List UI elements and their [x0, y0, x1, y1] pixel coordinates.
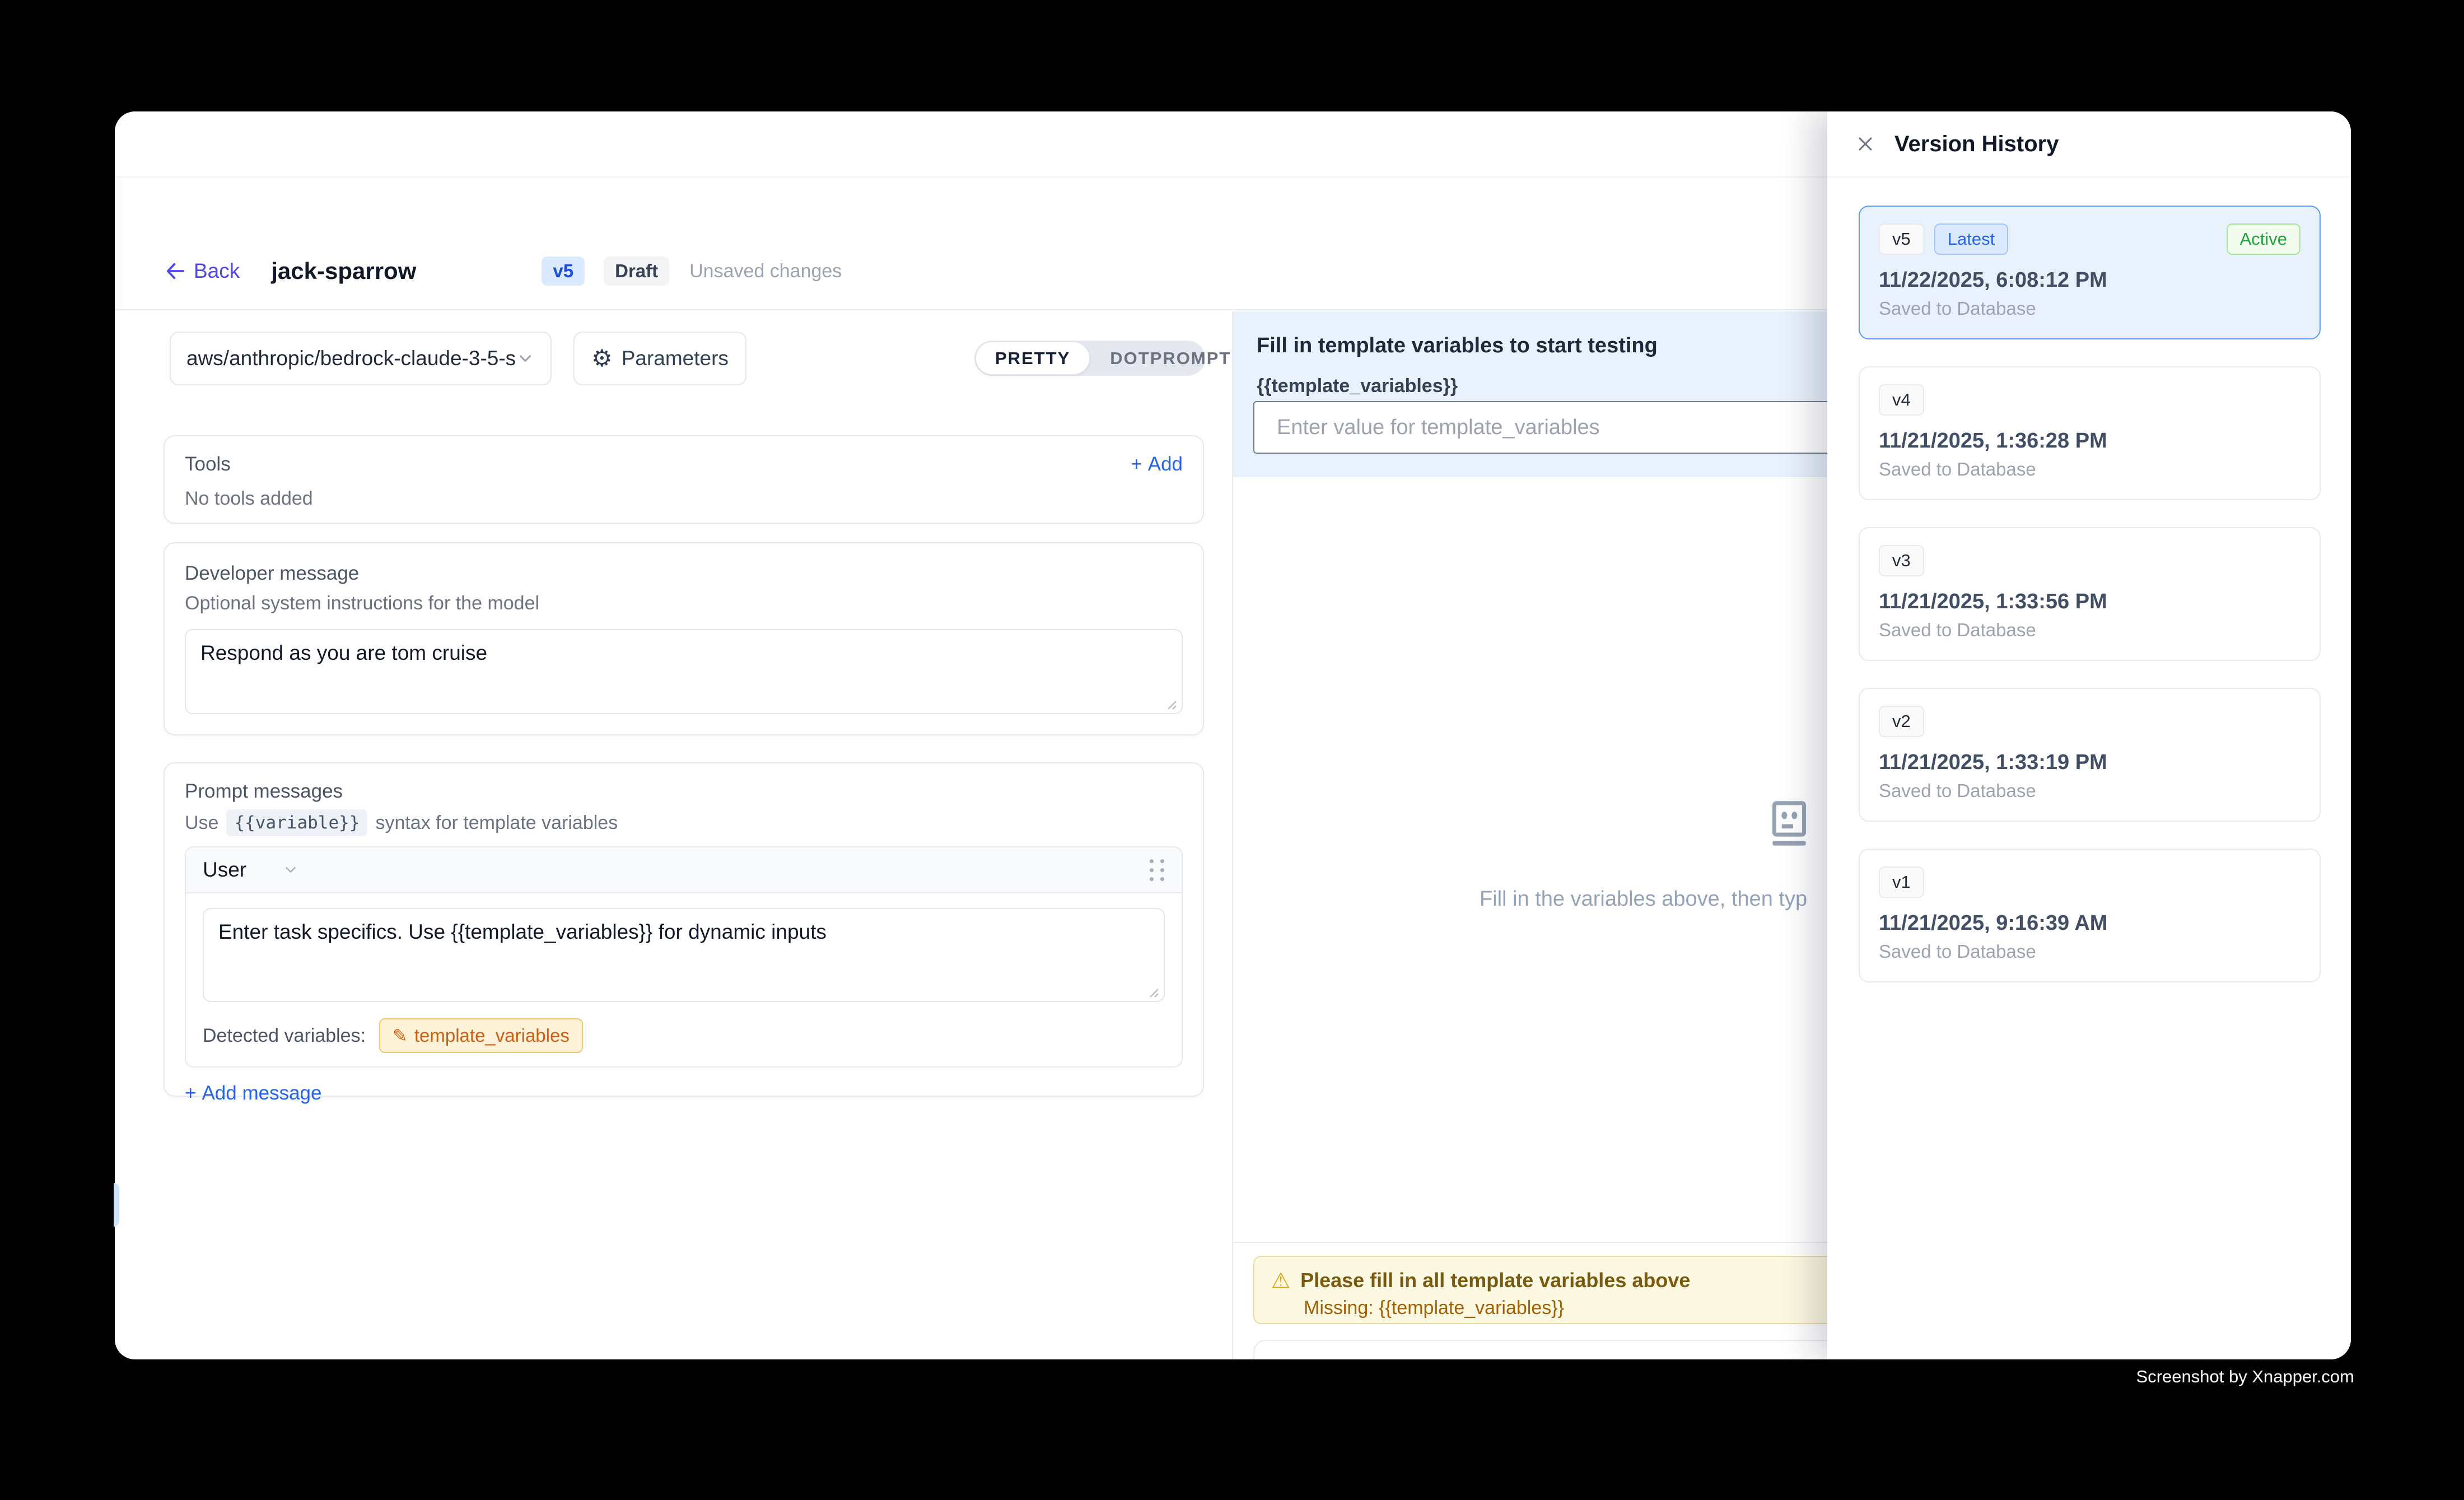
edge-notification-sliver [114, 1183, 119, 1227]
template-variable-label: {{template_variables}} [1257, 375, 1458, 397]
version-status: Saved to Database [1879, 459, 2300, 480]
version-card-v2[interactable]: v2 11/21/2025, 1:33:19 PM Saved to Datab… [1859, 688, 2321, 822]
version-status: Saved to Database [1879, 619, 2300, 641]
developer-message-textarea[interactable]: Respond as you are tom cruise [185, 629, 1183, 714]
version-badge: v5 [542, 257, 585, 286]
version-card-v4[interactable]: v4 11/21/2025, 1:36:28 PM Saved to Datab… [1859, 366, 2321, 500]
back-button[interactable]: Back [164, 259, 240, 283]
resize-handle-icon[interactable] [1145, 984, 1159, 998]
variable-syntax-chip: {{variable}} [226, 809, 367, 836]
version-number-badge: v4 [1879, 384, 1924, 416]
warning-icon: ⚠ [1271, 1268, 1290, 1293]
model-select[interactable]: aws/anthropic/bedrock-claude-3-5-s... [170, 332, 552, 385]
add-tool-button[interactable]: + Add [1131, 453, 1183, 476]
prompt-messages-hint: Use {{variable}} syntax for template var… [185, 809, 1183, 836]
hint-prefix: Use [185, 812, 218, 834]
screen: Back jack-sparrow v5 Draft Unsaved chang… [0, 0, 2464, 1500]
resize-handle-icon[interactable] [1163, 696, 1177, 710]
close-icon[interactable] [1854, 133, 1877, 155]
user-message-textarea[interactable]: Enter task specifics. Use {{template_var… [203, 908, 1165, 1002]
drag-handle-icon[interactable] [1150, 859, 1165, 881]
plus-icon: + [185, 1082, 196, 1105]
message-role-row: User [186, 847, 1182, 893]
role-select-value[interactable]: User [203, 858, 246, 882]
toggle-dotprompt[interactable]: DOTPROMPT [1091, 341, 1250, 376]
add-message-button[interactable]: + Add message [185, 1082, 321, 1105]
draft-badge: Draft [604, 257, 669, 286]
latest-badge: Latest [1934, 223, 2008, 255]
version-timestamp: 11/21/2025, 9:16:39 AM [1879, 911, 2300, 935]
message-block: User Enter task specifics. Use {{templat… [185, 846, 1183, 1068]
version-timestamp: 11/22/2025, 6:08:12 PM [1879, 268, 2300, 292]
version-status: Saved to Database [1879, 941, 2300, 962]
watermark-text: Screenshot by Xnapper.com [2136, 1367, 2354, 1387]
developer-message-label: Developer message [185, 562, 1183, 585]
toggle-pretty[interactable]: PRETTY [976, 342, 1090, 375]
pencil-icon: ✎ [393, 1025, 408, 1046]
version-number-badge: v3 [1879, 545, 1924, 576]
version-number-badge: v5 [1879, 223, 1924, 255]
parameters-button[interactable]: ⚙ Parameters [573, 332, 746, 385]
plus-icon: + [1131, 453, 1142, 476]
add-message-label: Add message [202, 1082, 321, 1105]
version-history-header: Version History [1827, 111, 2351, 178]
version-card-v5[interactable]: v5 Latest Active 11/22/2025, 6:08:12 PM … [1859, 206, 2321, 339]
bot-icon [1761, 799, 1817, 855]
version-card-v3[interactable]: v3 11/21/2025, 1:33:56 PM Saved to Datab… [1859, 527, 2321, 661]
version-list: v5 Latest Active 11/22/2025, 6:08:12 PM … [1827, 178, 2351, 982]
arrow-left-icon [164, 259, 187, 283]
version-number-badge: v2 [1879, 706, 1924, 737]
format-toggle: PRETTY DOTPROMPT [974, 341, 1205, 376]
editor-column: aws/anthropic/bedrock-claude-3-5-s... ⚙ … [115, 311, 1232, 1359]
detected-variables-label: Detected variables: [203, 1025, 366, 1047]
parameters-label: Parameters [622, 347, 729, 370]
model-select-value: aws/anthropic/bedrock-claude-3-5-s... [186, 347, 516, 370]
prompt-messages-card: Prompt messages Use {{variable}} syntax … [164, 762, 1204, 1097]
detected-variable-name: template_variables [414, 1025, 570, 1046]
active-badge: Active [2227, 223, 2300, 255]
tools-empty-text: No tools added [185, 488, 1183, 510]
version-timestamp: 11/21/2025, 1:33:19 PM [1879, 751, 2300, 775]
developer-message-card: Developer message Optional system instru… [164, 542, 1204, 735]
back-label: Back [194, 259, 240, 283]
gear-icon: ⚙ [591, 347, 613, 370]
page-title: jack-sparrow [271, 258, 416, 285]
version-number-badge: v1 [1879, 867, 1924, 898]
chevron-down-icon[interactable] [282, 861, 299, 878]
add-tool-label: Add [1148, 453, 1183, 476]
tools-label: Tools [185, 453, 231, 476]
unsaved-changes-label: Unsaved changes [689, 260, 842, 282]
version-history-title: Version History [1894, 132, 2059, 157]
warning-title: Please fill in all template variables ab… [1300, 1269, 1690, 1292]
hint-suffix: syntax for template variables [375, 812, 618, 834]
version-history-panel: Version History v5 Latest Active 11/22/2… [1827, 111, 2351, 1359]
prompt-messages-label: Prompt messages [185, 780, 1183, 803]
version-status: Saved to Database [1879, 298, 2300, 319]
chevron-down-icon [516, 349, 535, 368]
version-card-v1[interactable]: v1 11/21/2025, 9:16:39 AM Saved to Datab… [1859, 849, 2321, 982]
tools-card: Tools + Add No tools added [164, 435, 1204, 524]
developer-message-hint: Optional system instructions for the mod… [185, 593, 1183, 614]
version-status: Saved to Database [1879, 780, 2300, 802]
version-timestamp: 11/21/2025, 1:36:28 PM [1879, 429, 2300, 453]
test-panel-title: Fill in template variables to start test… [1257, 334, 1658, 358]
version-timestamp: 11/21/2025, 1:33:56 PM [1879, 590, 2300, 614]
detected-variable-chip[interactable]: ✎ template_variables [379, 1018, 583, 1053]
empty-state-text: Fill in the variables above, then typ [1480, 887, 1807, 911]
